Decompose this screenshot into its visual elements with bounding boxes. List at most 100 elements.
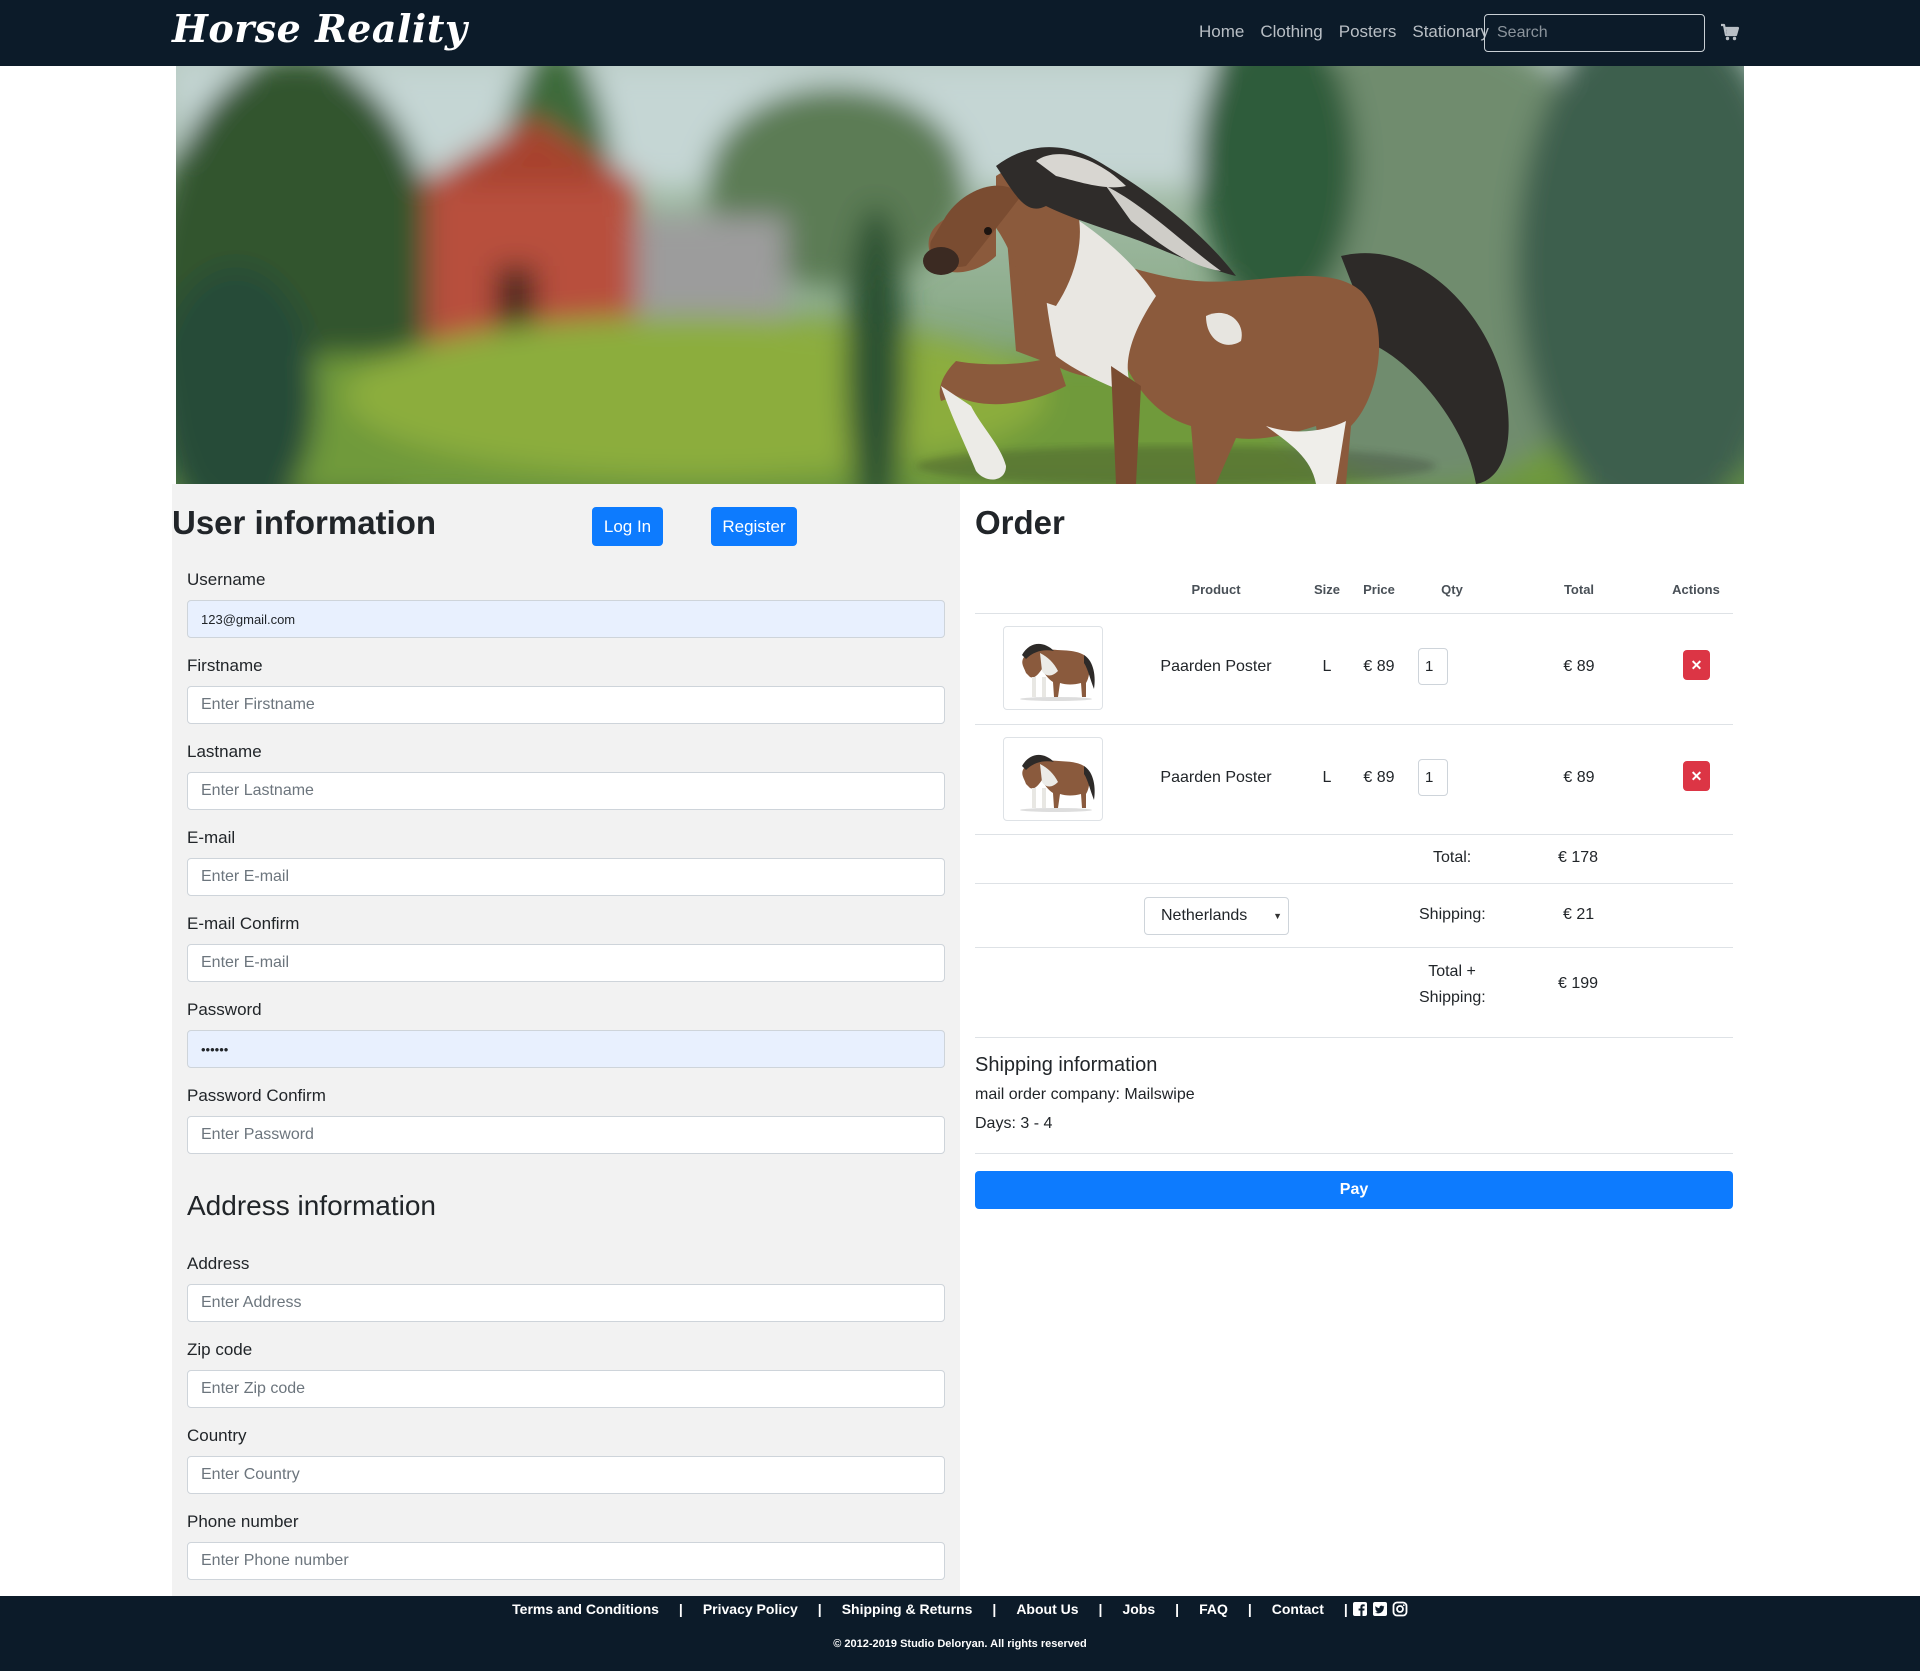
footer-separator: | [1247, 1601, 1252, 1617]
header-size: Size [1313, 582, 1341, 597]
product-thumbnail[interactable] [1003, 626, 1103, 710]
country-field[interactable] [187, 1456, 945, 1494]
username-field[interactable] [187, 600, 945, 638]
country-select-value: Netherlands [1161, 907, 1248, 924]
footer-link-about[interactable]: About Us [1016, 1601, 1078, 1617]
nav-link-posters[interactable]: Posters [1339, 22, 1397, 42]
table-row: Paarden Poster L € 89 € 89 ✕ [975, 725, 1733, 835]
footer-link-faq[interactable]: FAQ [1199, 1601, 1228, 1617]
product-price: € 89 [1363, 658, 1395, 675]
footer-separator: | [992, 1601, 997, 1617]
address-field[interactable] [187, 1284, 945, 1322]
country-group: Country [187, 1426, 945, 1494]
phone-number-label: Phone number [187, 1512, 299, 1531]
product-name: Paarden Poster [1160, 769, 1272, 786]
total-label: Total: [1433, 849, 1472, 866]
footer-link-jobs[interactable]: Jobs [1122, 1601, 1155, 1617]
brand-logo[interactable]: Horse Reality [172, 6, 467, 51]
footer: Terms and Conditions | Privacy Policy | … [0, 1596, 1920, 1671]
header-actions: Actions [1672, 582, 1720, 597]
footer-link-privacy[interactable]: Privacy Policy [703, 1601, 798, 1617]
close-icon: ✕ [1690, 767, 1703, 784]
chevron-down-icon: ▼ [1273, 911, 1282, 921]
footer-separator: | [678, 1601, 683, 1617]
password-confirm-group: Password Confirm [187, 1086, 945, 1154]
instagram-icon[interactable] [1392, 1601, 1408, 1617]
social-icons [1352, 1601, 1408, 1617]
shipping-info-title: Shipping information [975, 1054, 1158, 1076]
product-size: L [1322, 658, 1332, 675]
total-shipping-label: Total + Shipping: [1419, 959, 1486, 1011]
header-qty: Qty [1441, 582, 1463, 597]
product-thumbnail[interactable] [1003, 737, 1103, 821]
mail-company: mail order company: Mailswipe [975, 1086, 1195, 1103]
footer-link-shipping[interactable]: Shipping & Returns [842, 1601, 973, 1617]
country-select[interactable]: Netherlands ▼ [1144, 897, 1289, 935]
lastname-field[interactable] [187, 772, 945, 810]
email-confirm-label: E-mail Confirm [187, 914, 300, 933]
email-group: E-mail [187, 828, 945, 896]
address-label: Address [187, 1254, 250, 1273]
product-total: € 89 [1563, 769, 1595, 786]
facebook-icon[interactable] [1352, 1601, 1368, 1617]
shipping-value: € 21 [1563, 906, 1595, 923]
zip-code-field[interactable] [187, 1370, 945, 1408]
product-total: € 89 [1563, 658, 1595, 675]
footer-link-terms[interactable]: Terms and Conditions [512, 1601, 659, 1617]
product-size: L [1322, 769, 1332, 786]
hero-banner [176, 66, 1744, 484]
close-icon: ✕ [1690, 656, 1703, 673]
login-button[interactable]: Log In [592, 507, 663, 546]
header-total: Total [1563, 582, 1595, 597]
quantity-input[interactable] [1418, 759, 1448, 796]
email-field[interactable] [187, 858, 945, 896]
shopping-cart-icon[interactable] [1720, 22, 1740, 42]
header-price: Price [1363, 582, 1395, 597]
quantity-input[interactable] [1418, 648, 1448, 685]
pay-button[interactable]: Pay [975, 1171, 1733, 1209]
divider [975, 834, 1733, 835]
nav-links: Home Clothing Posters Stationary [1199, 22, 1489, 42]
footer-links: Terms and Conditions | Privacy Policy | … [0, 1601, 1920, 1617]
footer-separator: | [817, 1601, 822, 1617]
firstname-label: Firstname [187, 656, 263, 675]
email-confirm-field[interactable] [187, 944, 945, 982]
footer-separator: | [1098, 1601, 1103, 1617]
username-label: Username [187, 570, 266, 589]
password-group: Password [187, 1000, 945, 1068]
search-input[interactable] [1484, 14, 1705, 52]
divider [975, 947, 1733, 948]
total-shipping-label-line1: Total + [1428, 963, 1476, 980]
address-group: Address [187, 1254, 945, 1322]
horse-banner-image [176, 66, 1744, 484]
header-product: Product [1191, 582, 1241, 597]
email-label: E-mail [187, 828, 236, 847]
lastname-group: Lastname [187, 742, 945, 810]
password-confirm-field[interactable] [187, 1116, 945, 1154]
divider [975, 1037, 1733, 1038]
nav-link-home[interactable]: Home [1199, 22, 1244, 42]
phone-number-field[interactable] [187, 1542, 945, 1580]
remove-item-button[interactable]: ✕ [1683, 650, 1710, 680]
total-shipping-label-line2: Shipping: [1419, 989, 1486, 1006]
table-row: Paarden Poster L € 89 € 89 ✕ [975, 614, 1733, 724]
product-name: Paarden Poster [1160, 658, 1272, 675]
nav-link-clothing[interactable]: Clothing [1260, 22, 1322, 42]
firstname-group: Firstname [187, 656, 945, 724]
address-info-title: Address information [187, 1190, 437, 1221]
register-button[interactable]: Register [711, 507, 797, 546]
email-confirm-group: E-mail Confirm [187, 914, 945, 982]
remove-item-button[interactable]: ✕ [1683, 761, 1710, 791]
password-field[interactable] [187, 1030, 945, 1068]
divider [975, 883, 1733, 884]
twitter-icon[interactable] [1372, 1601, 1388, 1617]
firstname-field[interactable] [187, 686, 945, 724]
zip-code-group: Zip code [187, 1340, 945, 1408]
user-info-title: User information [172, 504, 437, 541]
zip-code-label: Zip code [187, 1340, 253, 1359]
footer-link-contact[interactable]: Contact [1272, 1601, 1324, 1617]
nav-link-stationary[interactable]: Stationary [1412, 22, 1489, 42]
delivery-days: Days: 3 - 4 [975, 1115, 1053, 1132]
total-shipping-value: € 199 [1558, 975, 1599, 992]
lastname-label: Lastname [187, 742, 262, 761]
